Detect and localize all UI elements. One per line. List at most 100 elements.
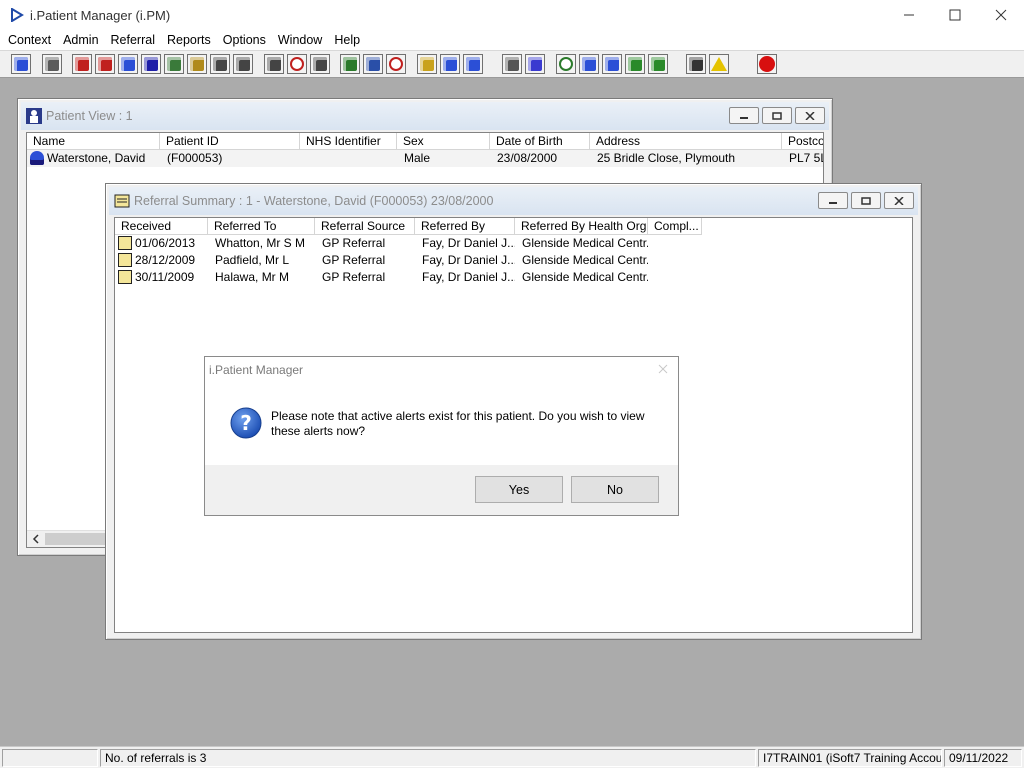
status-date: 09/11/2022 <box>944 749 1022 767</box>
app-title: i.Patient Manager (i.PM) <box>30 7 171 23</box>
menu-help[interactable]: Help <box>328 30 366 50</box>
clock-toolbar-button[interactable] <box>287 54 307 74</box>
bar-chart-icon <box>528 57 542 71</box>
column-header[interactable]: Address <box>590 133 782 150</box>
bar-chart-toolbar-button[interactable] <box>525 54 545 74</box>
column-header[interactable]: Received <box>115 218 208 235</box>
patient-view-close-button[interactable] <box>795 107 825 124</box>
menu-admin[interactable]: Admin <box>57 30 104 50</box>
m-letter-toolbar-button[interactable] <box>141 54 161 74</box>
column-header[interactable]: Referred To <box>208 218 315 235</box>
inpatient-icon <box>466 57 480 71</box>
toolbar <box>0 50 1024 78</box>
patient-view-title: Patient View : 1 <box>46 109 133 123</box>
table-row[interactable]: 30/11/2009 Halawa, Mr M GP Referral Fay, Dr… <box>115 269 912 286</box>
form-check-toolbar-button[interactable] <box>579 54 599 74</box>
referral-summary-minimize-button[interactable] <box>818 192 848 209</box>
transfer-form-toolbar-button[interactable] <box>648 54 668 74</box>
column-header[interactable]: Compl... <box>648 218 702 235</box>
table-cell: 25 Bridle Close, Plymouth <box>597 151 736 165</box>
person-details-toolbar-button[interactable] <box>164 54 184 74</box>
column-header[interactable]: Name <box>27 133 160 150</box>
column-header[interactable]: Sex <box>397 133 490 150</box>
column-header[interactable]: Postcode <box>782 133 823 150</box>
dialog-close-icon[interactable] <box>656 362 670 376</box>
menu-referral[interactable]: Referral <box>105 30 161 50</box>
clinic-icon <box>389 57 403 71</box>
ambulance-toolbar-button[interactable] <box>210 54 230 74</box>
alerts-dialog: i.Patient Manager ? Please note that act… <box>204 356 679 516</box>
note-yellow-toolbar-button[interactable] <box>417 54 437 74</box>
download-form-toolbar-button[interactable] <box>602 54 622 74</box>
patient-toolbar-button[interactable] <box>11 54 31 74</box>
column-header[interactable]: Referred By <box>415 218 515 235</box>
form-check-icon <box>582 57 596 71</box>
scroll-left-button[interactable] <box>27 531 44 547</box>
app-logo-icon <box>11 8 24 22</box>
patient-view-restore-button[interactable] <box>762 107 792 124</box>
transport-toolbar-button[interactable] <box>233 54 253 74</box>
warning-toolbar-button[interactable] <box>709 54 729 74</box>
column-header[interactable]: NHS Identifier <box>300 133 397 150</box>
table-cell: Glenside Medical Centr... <box>522 253 648 267</box>
scroll-thumb[interactable] <box>45 533 105 545</box>
list-toolbar-button[interactable] <box>310 54 330 74</box>
schedule-search-icon <box>267 57 281 71</box>
table-cell: 23/08/2000 <box>497 151 558 165</box>
ward-icon <box>366 57 380 71</box>
dialog-title: i.Patient Manager <box>209 363 304 377</box>
table-row[interactable]: 01/06/2013 Whatton, Mr S M GP Referral Fay,… <box>115 235 912 252</box>
clock-icon <box>290 57 304 71</box>
clinic-toolbar-button[interactable] <box>386 54 406 74</box>
yes-button[interactable]: Yes <box>475 476 563 503</box>
referral-toolbar-button[interactable] <box>95 54 115 74</box>
swap-toolbar-button[interactable] <box>686 54 706 74</box>
schedule-search-toolbar-button[interactable] <box>264 54 284 74</box>
document-toolbar-button[interactable] <box>502 54 522 74</box>
book-red-toolbar-button[interactable] <box>72 54 92 74</box>
column-header[interactable]: Patient ID <box>160 133 300 150</box>
upload-form-toolbar-button[interactable] <box>625 54 645 74</box>
referral-icon <box>118 236 132 250</box>
referral-summary-title: Referral Summary : 1 - Waterstone, David… <box>134 194 494 208</box>
table-cell: Halawa, Mr M <box>215 270 290 284</box>
swap-icon <box>689 57 703 71</box>
ward-toolbar-button[interactable] <box>363 54 383 74</box>
notes-toolbar-button[interactable] <box>187 54 207 74</box>
column-header[interactable]: Date of Birth <box>490 133 590 150</box>
table-row[interactable]: Waterstone, David (F000053) Male 23/08/2000… <box>27 150 823 167</box>
exit-toolbar-button[interactable] <box>757 54 777 74</box>
chevron-left-icon <box>32 534 39 544</box>
table-cell <box>655 252 702 269</box>
table-row[interactable]: 28/12/2009 Padfield, Mr L GP Referral Fay, … <box>115 252 912 269</box>
menu-options[interactable]: Options <box>217 30 272 50</box>
patient-icon <box>14 57 28 71</box>
minimize-button[interactable] <box>886 0 932 30</box>
column-header[interactable]: Referred By Health Org. <box>515 218 648 235</box>
column-header[interactable]: Referral Source <box>315 218 415 235</box>
app-title-bar: i.Patient Manager (i.PM) <box>0 0 1024 30</box>
patient-view-minimize-button[interactable] <box>729 107 759 124</box>
theatre-toolbar-button[interactable] <box>340 54 360 74</box>
patient-view-caption: Patient View : 1 <box>21 102 829 130</box>
close-button[interactable] <box>978 0 1024 30</box>
maximize-button[interactable] <box>932 0 978 30</box>
globe-toolbar-button[interactable] <box>556 54 576 74</box>
restore-icon <box>772 111 782 120</box>
bed-toolbar-button[interactable] <box>440 54 460 74</box>
menu-window[interactable]: Window <box>272 30 328 50</box>
search-records-toolbar-button[interactable] <box>118 54 138 74</box>
no-button[interactable]: No <box>571 476 659 503</box>
menu-context[interactable]: Context <box>2 30 57 50</box>
referral-summary-restore-button[interactable] <box>851 192 881 209</box>
theatre-icon <box>343 57 357 71</box>
inpatient-toolbar-button[interactable] <box>463 54 483 74</box>
table-cell <box>307 150 397 167</box>
printer-toolbar-button[interactable] <box>42 54 62 74</box>
table-cell: 28/12/2009 <box>135 253 196 267</box>
minimize-icon <box>904 14 914 16</box>
menu-bar: Context Admin Referral Reports Options W… <box>0 30 1024 50</box>
menu-reports[interactable]: Reports <box>161 30 217 50</box>
referral-summary-close-button[interactable] <box>884 192 914 209</box>
transport-icon <box>236 57 250 71</box>
